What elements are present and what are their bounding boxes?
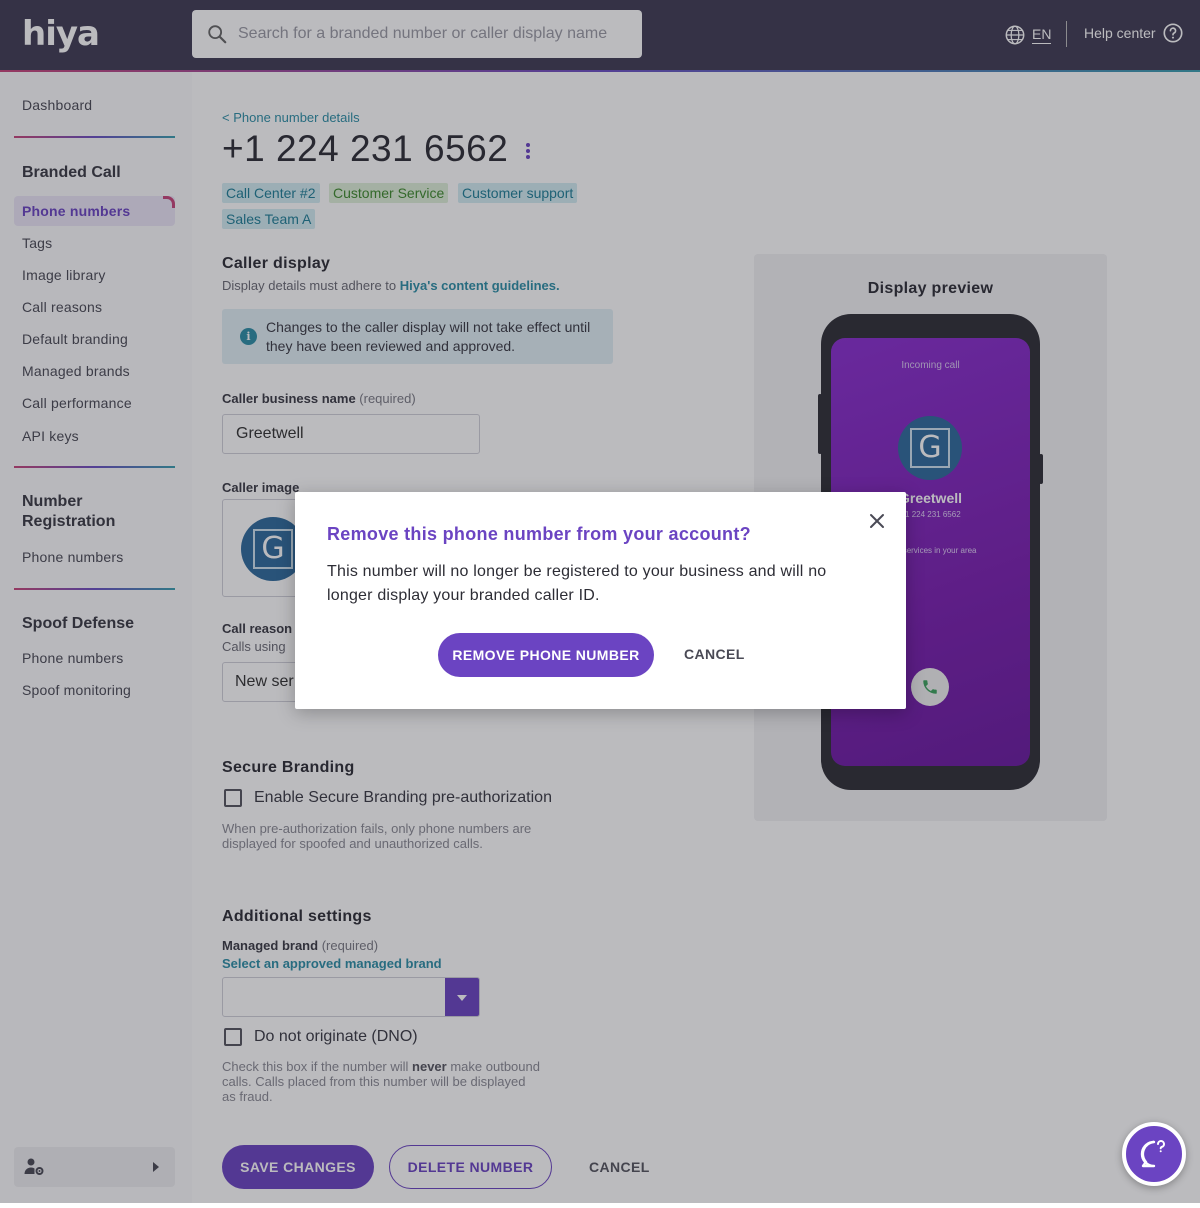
chat-support-button[interactable] — [1122, 1122, 1186, 1186]
chat-help-icon — [1140, 1140, 1165, 1168]
remove-phone-number-button[interactable]: REMOVE PHONE NUMBER — [438, 633, 654, 677]
bottom-edge — [0, 1203, 1200, 1208]
dialog-title: Remove this phone number from your accou… — [327, 524, 751, 544]
close-icon[interactable] — [865, 509, 889, 533]
remove-number-dialog: Remove this phone number from your accou… — [295, 492, 906, 709]
dialog-message: This number will no longer be registered… — [327, 563, 827, 604]
dialog-cancel-button[interactable]: CANCEL — [684, 646, 745, 662]
